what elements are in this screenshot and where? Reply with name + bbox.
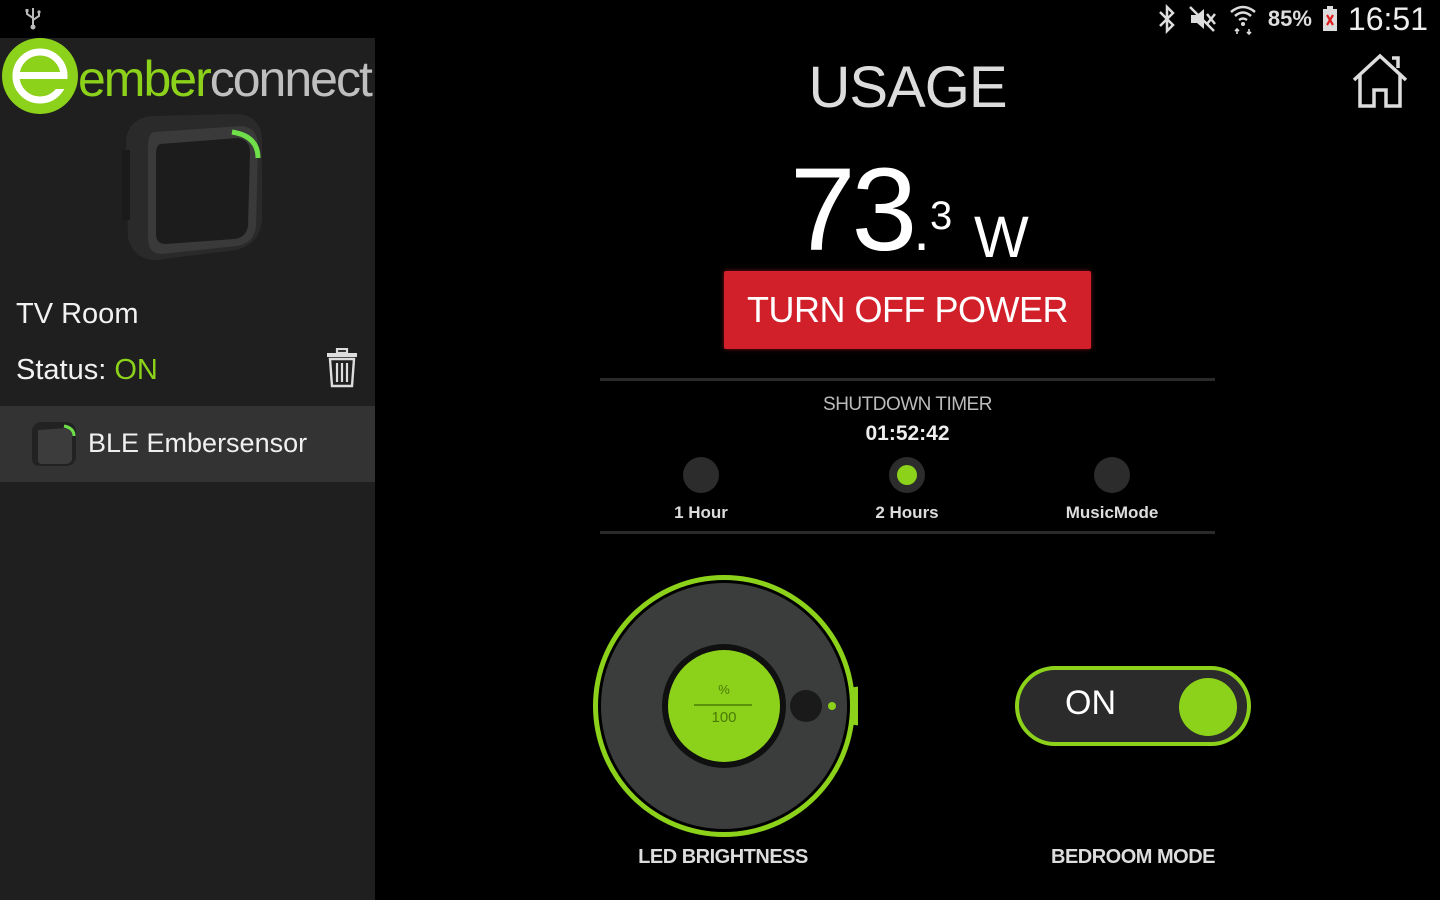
timer-option-2-hours[interactable]: 2 Hours xyxy=(827,457,987,523)
trash-icon[interactable] xyxy=(325,348,359,388)
turn-off-power-button[interactable]: TURN OFF POWER xyxy=(724,271,1091,349)
device-list-item[interactable]: BLE Embersensor xyxy=(0,406,375,482)
toggle-state: ON xyxy=(1065,684,1116,722)
status-value: ON xyxy=(114,354,158,386)
usage-unit: W xyxy=(974,205,1029,270)
shutdown-timer-title: SHUTDOWN TIMER xyxy=(823,394,992,415)
battery-icon xyxy=(1322,6,1337,31)
page-title: USAGE xyxy=(808,55,1007,120)
sensor-icon xyxy=(32,422,76,466)
brightness-unit: % xyxy=(718,682,730,697)
usage-dot: . xyxy=(913,196,930,263)
device-name: BLE Embersensor xyxy=(88,428,308,458)
timer-option-1-hour[interactable]: 1 Hour xyxy=(621,457,781,523)
radio-button[interactable] xyxy=(1094,457,1130,493)
room-name: TV Room xyxy=(16,298,139,330)
radio-button-selected[interactable] xyxy=(889,457,925,493)
divider-bottom xyxy=(600,531,1215,534)
radio-button[interactable] xyxy=(683,457,719,493)
bedroom-mode-label: BEDROOM MODE xyxy=(1051,846,1216,868)
led-brightness-dial[interactable] xyxy=(590,572,858,840)
led-brightness-label: LED BRIGHTNESS xyxy=(638,846,808,868)
bedroom-mode-toggle[interactable]: ON xyxy=(1015,666,1251,746)
usb-icon xyxy=(25,8,41,30)
divider-top xyxy=(600,378,1215,381)
brightness-max: 100 xyxy=(711,709,737,726)
timer-option-label: 2 Hours xyxy=(875,503,939,522)
status-bar: 85% 16:51 xyxy=(0,0,1440,38)
usage-integer: 73 xyxy=(790,144,917,276)
shutdown-timer-value: 01:52:42 xyxy=(865,422,950,445)
timer-option-label: MusicMode xyxy=(1065,503,1159,522)
device-status: Status: ON xyxy=(16,354,158,387)
usage-reading: 73. 3 W xyxy=(790,142,1029,276)
mute-icon xyxy=(1188,6,1216,32)
bluetooth-icon xyxy=(1158,4,1175,34)
timer-option-music-mode[interactable]: MusicMode xyxy=(1032,457,1192,523)
battery-percent: 85% xyxy=(1267,6,1312,31)
wifi-icon xyxy=(1230,5,1256,35)
toggle-knob[interactable] xyxy=(1179,678,1237,736)
device-image xyxy=(122,114,262,260)
status-label: Status: xyxy=(16,354,115,386)
usage-decimal: 3 xyxy=(930,194,953,238)
clock: 16:51 xyxy=(1347,0,1428,37)
sidebar: emberconnect TV Room Status: ON BLE Embe… xyxy=(0,38,375,900)
timer-option-label: 1 Hour xyxy=(674,503,728,522)
